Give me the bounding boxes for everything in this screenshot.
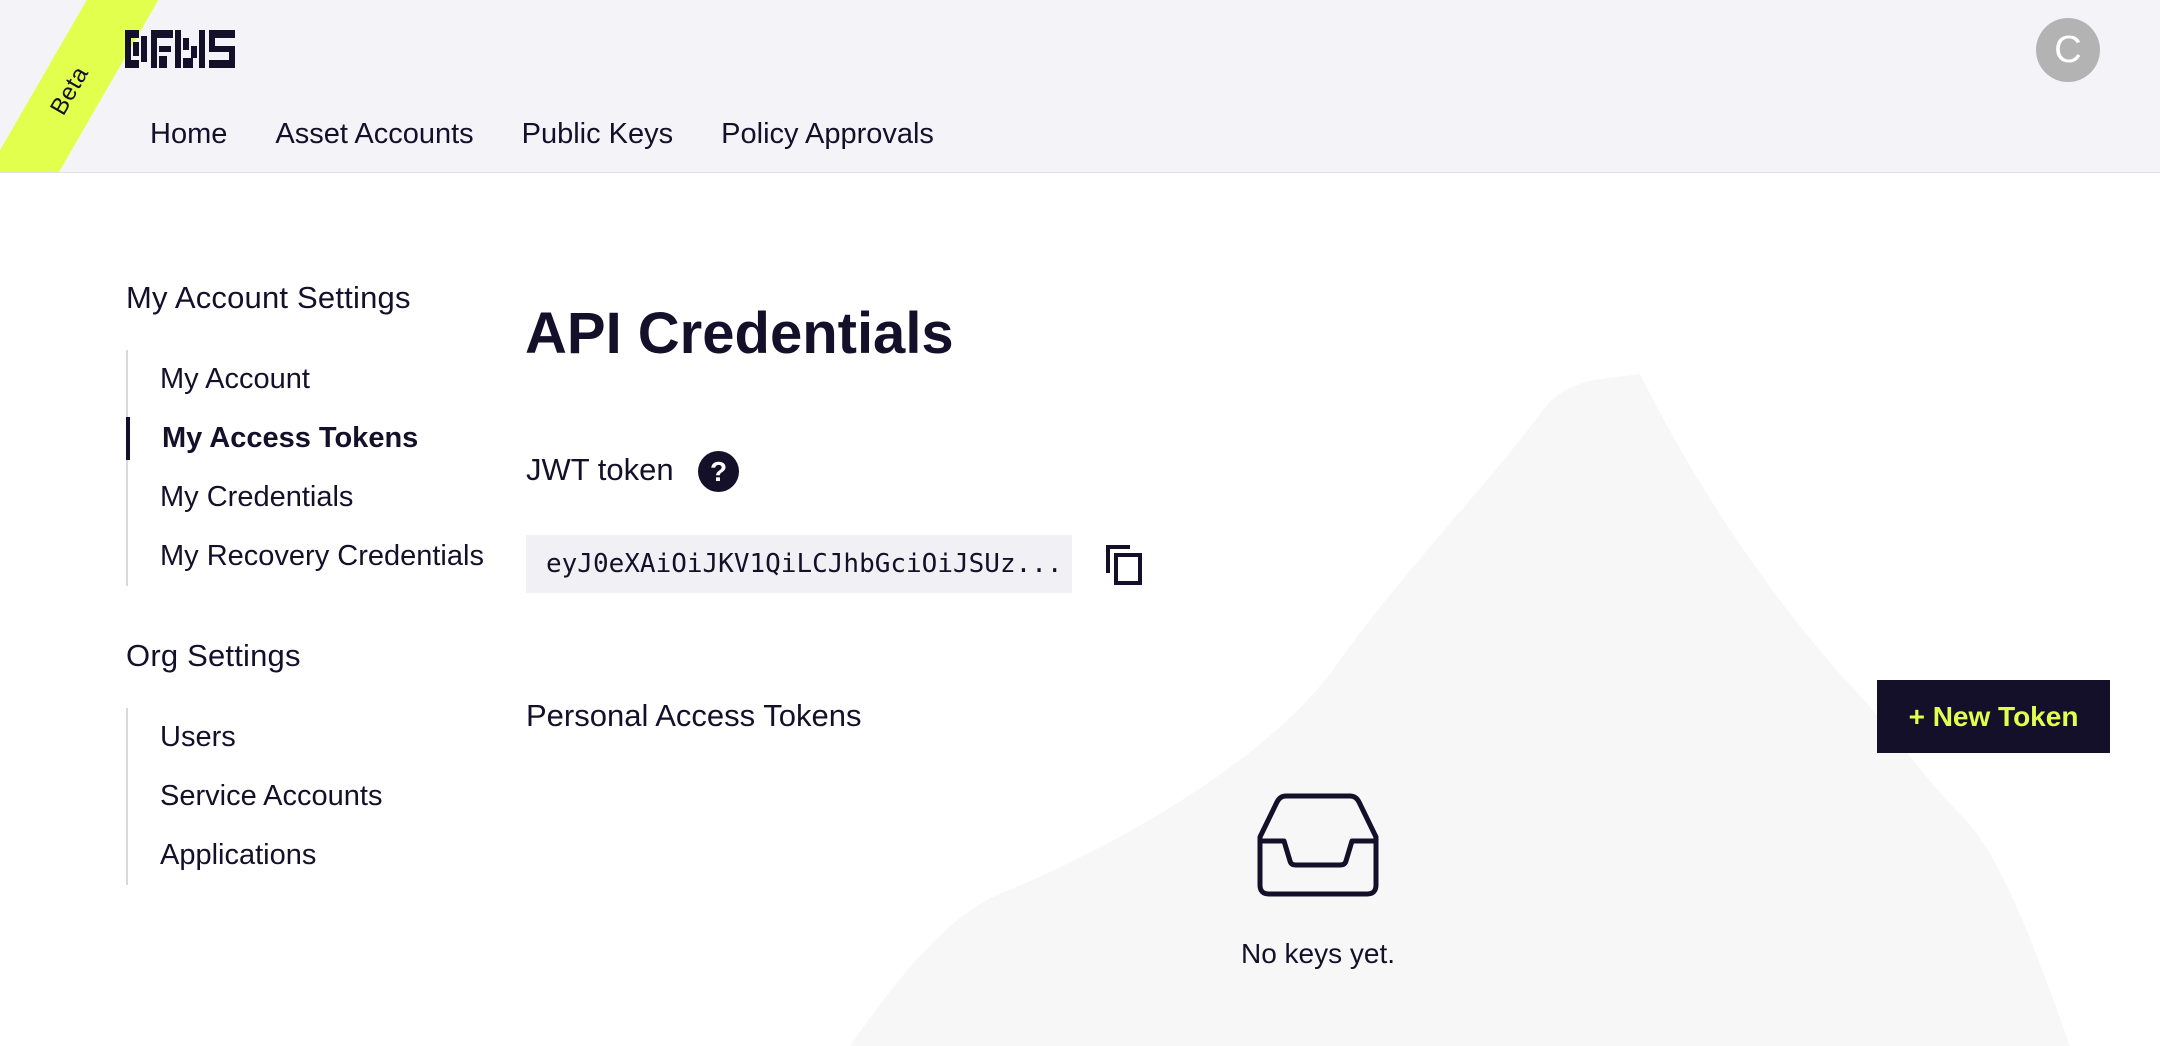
page-title: API Credentials [525,301,954,366]
sidebar-account-group: My Account My Access Tokens My Credentia… [126,350,506,586]
new-token-button[interactable]: + New Token [1877,680,2110,753]
jwt-token-value[interactable]: eyJ0eXAiOiJKV1QiLCJhbGciOiJSUz... [526,535,1072,593]
sidebar-heading-account: My Account Settings [126,280,411,315]
sidebar-heading-org: Org Settings [126,638,301,673]
nav-home[interactable]: Home [150,118,227,151]
top-header: Beta Home Asset Accounts Public Keys Pol… [0,0,2160,173]
nav-policy-approvals[interactable]: Policy Approvals [721,118,934,151]
sidebar-item-my-access-tokens[interactable]: My Access Tokens [126,409,506,468]
sidebar-item-my-account[interactable]: My Account [128,350,506,409]
nav-public-keys[interactable]: Public Keys [522,118,674,151]
nav-asset-accounts[interactable]: Asset Accounts [275,118,473,151]
sidebar-item-users[interactable]: Users [128,708,506,767]
inbox-icon [1257,793,1379,897]
sidebar-item-applications[interactable]: Applications [128,826,506,885]
help-icon[interactable]: ? [698,451,739,492]
sidebar-org-group: Users Service Accounts Applications [126,708,506,885]
sidebar-org-settings: Org Settings Users Service Accounts Appl… [126,638,506,885]
sidebar-item-service-accounts[interactable]: Service Accounts [128,767,506,826]
main-nav: Home Asset Accounts Public Keys Policy A… [150,118,934,151]
empty-state-text: No keys yet. [1240,938,1396,969]
sidebar-item-my-credentials[interactable]: My Credentials [128,468,506,527]
personal-access-tokens-heading: Personal Access Tokens [526,698,862,733]
logo-icon[interactable] [125,28,237,70]
sidebar-account-settings: My Account Settings My Account My Access… [126,280,506,586]
avatar[interactable]: C [2036,18,2100,82]
beta-label: Beta [45,61,95,120]
jwt-token-label: JWT token [526,452,674,487]
sidebar-item-my-recovery-credentials[interactable]: My Recovery Credentials [128,527,506,586]
copy-icon[interactable] [1104,543,1144,587]
beta-ribbon: Beta [0,0,162,172]
